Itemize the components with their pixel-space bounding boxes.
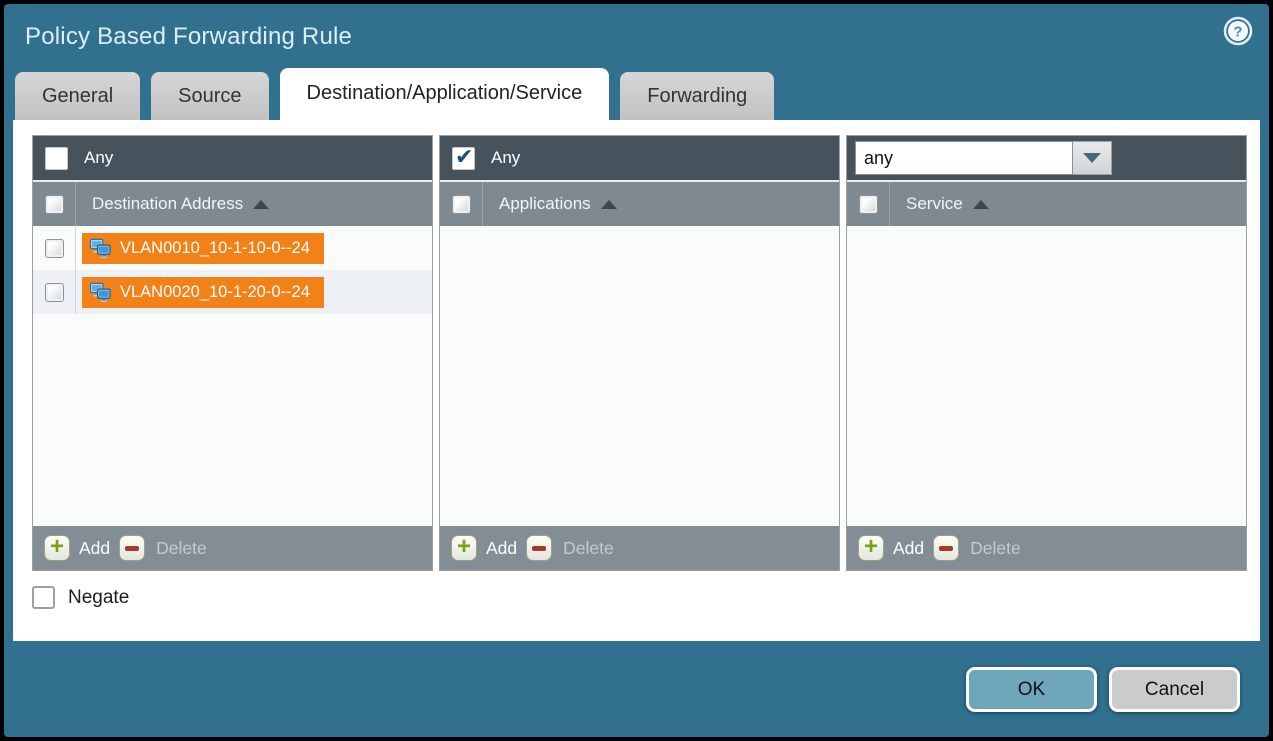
address-object-chip[interactable]: VLAN0020_10-1-20-0--24 xyxy=(82,277,324,308)
title-bar: Policy Based Forwarding Rule ? xyxy=(4,4,1269,68)
applications-delete-button[interactable]: Delete xyxy=(563,538,614,559)
destination-any-bar: Any xyxy=(33,136,432,180)
applications-any-label: Any xyxy=(491,148,520,168)
dialog-title: Policy Based Forwarding Rule xyxy=(25,23,352,51)
applications-select-all-cell xyxy=(440,182,483,226)
negate-row: Negate xyxy=(32,586,1260,609)
row-checkbox[interactable] xyxy=(45,283,64,302)
address-object-label: VLAN0020_10-1-20-0--24 xyxy=(120,283,310,302)
address-object-chip[interactable]: VLAN0010_10-1-10-0--24 xyxy=(82,233,324,264)
negate-checkbox[interactable] xyxy=(32,586,55,609)
service-type-dropdown[interactable]: any xyxy=(855,141,1112,175)
service-header[interactable]: Service xyxy=(847,180,1246,226)
applications-column: Any Applications + Add Delete xyxy=(439,135,840,571)
columns-container: Any Destination Address VLAN0010_10-1-10… xyxy=(32,135,1260,571)
service-delete-icon[interactable] xyxy=(933,535,959,561)
destination-delete-button[interactable]: Delete xyxy=(156,538,207,559)
destination-add-icon[interactable]: + xyxy=(44,535,70,561)
service-add-button[interactable]: Add xyxy=(893,538,924,559)
service-select-all-cell xyxy=(847,182,890,226)
service-add-icon[interactable]: + xyxy=(858,535,884,561)
policy-based-forwarding-dialog: Policy Based Forwarding Rule ? General S… xyxy=(0,0,1273,741)
applications-any-checkbox[interactable] xyxy=(452,147,475,170)
tab-forwarding[interactable]: Forwarding xyxy=(620,72,774,120)
applications-list xyxy=(440,226,839,526)
negate-label: Negate xyxy=(68,587,129,609)
applications-footer-bar: + Add Delete xyxy=(440,526,839,570)
network-address-icon xyxy=(89,238,112,259)
service-any-bar: any xyxy=(847,136,1246,180)
service-column: any Service + Add xyxy=(846,135,1247,571)
row-checkbox[interactable] xyxy=(45,239,64,258)
destination-select-all-checkbox[interactable] xyxy=(45,195,64,214)
destination-address-column: Any Destination Address VLAN0010_10-1-10… xyxy=(32,135,433,571)
destination-delete-icon[interactable] xyxy=(119,535,145,561)
destination-any-label: Any xyxy=(84,148,113,168)
service-delete-button[interactable]: Delete xyxy=(970,538,1021,559)
applications-delete-icon[interactable] xyxy=(526,535,552,561)
destination-select-all-cell xyxy=(33,182,76,226)
destination-address-list: VLAN0010_10-1-10-0--24 VLAN0020_10-1-20-… xyxy=(33,226,432,526)
list-item[interactable]: VLAN0020_10-1-20-0--24 xyxy=(33,270,432,314)
destination-add-button[interactable]: Add xyxy=(79,538,110,559)
tab-source[interactable]: Source xyxy=(151,72,268,120)
tab-general[interactable]: General xyxy=(15,72,140,120)
tab-bar: General Source Destination/Application/S… xyxy=(4,68,1269,120)
row-checkbox-cell xyxy=(33,270,76,314)
tab-content-panel: Any Destination Address VLAN0010_10-1-10… xyxy=(13,120,1260,641)
tab-destination-application-service[interactable]: Destination/Application/Service xyxy=(280,68,610,120)
applications-header-label: Applications xyxy=(499,194,591,214)
sort-ascending-icon xyxy=(253,200,269,209)
svg-text:?: ? xyxy=(1233,24,1242,41)
sort-ascending-icon xyxy=(601,200,617,209)
service-type-dropdown-value[interactable]: any xyxy=(855,141,1073,175)
chevron-down-icon xyxy=(1083,153,1101,163)
service-header-label: Service xyxy=(906,194,963,214)
destination-address-header-label: Destination Address xyxy=(92,194,243,214)
network-address-icon xyxy=(89,282,112,303)
service-footer-bar: + Add Delete xyxy=(847,526,1246,570)
row-checkbox-cell xyxy=(33,226,76,270)
applications-add-icon[interactable]: + xyxy=(451,535,477,561)
destination-address-header[interactable]: Destination Address xyxy=(33,180,432,226)
applications-select-all-checkbox[interactable] xyxy=(452,195,471,214)
service-select-all-checkbox[interactable] xyxy=(859,195,878,214)
applications-header[interactable]: Applications xyxy=(440,180,839,226)
destination-any-checkbox[interactable] xyxy=(45,147,68,170)
service-list xyxy=(847,226,1246,526)
applications-any-bar: Any xyxy=(440,136,839,180)
sort-ascending-icon xyxy=(973,200,989,209)
list-item[interactable]: VLAN0010_10-1-10-0--24 xyxy=(33,226,432,270)
destination-footer-bar: + Add Delete xyxy=(33,526,432,570)
service-type-dropdown-button[interactable] xyxy=(1073,141,1112,175)
dialog-footer: OK Cancel xyxy=(4,641,1269,737)
cancel-button[interactable]: Cancel xyxy=(1109,667,1240,712)
ok-button[interactable]: OK xyxy=(966,667,1097,712)
address-object-label: VLAN0010_10-1-10-0--24 xyxy=(120,239,310,258)
help-icon[interactable]: ? xyxy=(1223,16,1253,46)
applications-add-button[interactable]: Add xyxy=(486,538,517,559)
